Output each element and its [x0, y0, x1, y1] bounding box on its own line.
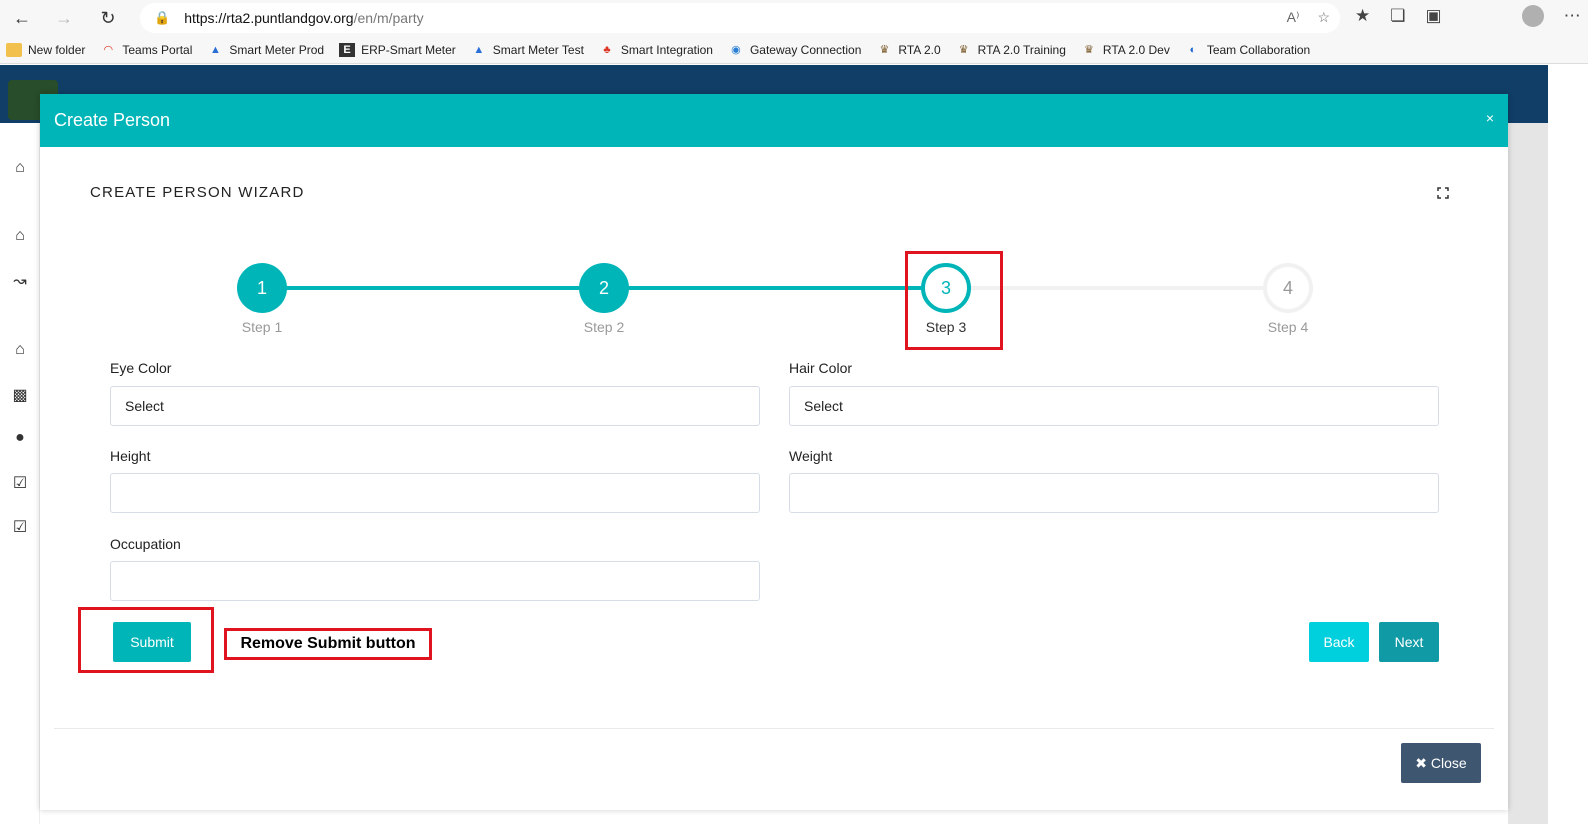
create-person-modal: Create Person × CREATE PERSON WIZARD 1 S… [40, 94, 1508, 810]
app-background [1508, 123, 1548, 824]
occupation-label: Occupation [110, 536, 181, 552]
bookmark-teams-portal[interactable]: ◠ Teams Portal [100, 43, 193, 57]
step-4-label: Step 4 [1267, 319, 1309, 335]
drop-icon: ▲ [209, 43, 221, 56]
bookmark-team-collaboration[interactable]: ◐ Team Collaboration [1185, 43, 1311, 57]
bookmark-erp-smart-meter[interactable]: E ERP-Smart Meter [339, 42, 456, 57]
profile-avatar[interactable] [1521, 5, 1544, 27]
expand-icon[interactable] [1437, 187, 1449, 199]
user-icon[interactable]: ● [10, 429, 30, 449]
more-icon[interactable]: ⋯ [1564, 6, 1581, 26]
eye-color-select[interactable]: Select [110, 386, 760, 426]
stepper-line-done [262, 286, 604, 290]
car-icon[interactable]: ▩ [10, 385, 30, 405]
profile-sync-icon[interactable]: ▣ [1426, 6, 1442, 26]
height-input[interactable] [110, 473, 760, 513]
favorite-add-icon[interactable]: ☆ [1317, 9, 1330, 26]
occupation-input[interactable] [110, 561, 760, 601]
close-button[interactable]: ✖ Close [1401, 743, 1481, 783]
bookmark-gateway-connection[interactable]: ◉ Gateway Connection [728, 43, 861, 57]
drop-icon: ▲ [473, 43, 485, 56]
annotation-note: Remove Submit button [224, 628, 432, 660]
modal-title: Create Person [54, 110, 171, 130]
erp-icon: E [339, 42, 356, 57]
integration-icon: ♣ [603, 43, 611, 56]
annotation-highlight-step-3 [905, 251, 1003, 350]
stepper-line-done [604, 286, 946, 290]
step-1-label: Step 1 [241, 319, 283, 335]
app-sidebar: ⌂ ⌂ ↝ ⌂ ▩ ● ☑ ☑ [0, 123, 40, 824]
rta-icon: ♛ [958, 44, 969, 56]
collections-icon[interactable]: ❏ [1390, 6, 1405, 26]
address-bar[interactable]: 🔒 https://rta2.puntlandgov.org/en/m/part… [140, 3, 1340, 33]
step-1-circle[interactable]: 1 [237, 263, 287, 313]
step-4-circle[interactable]: 4 [1263, 263, 1313, 313]
bookmark-new-folder[interactable]: New folder [6, 42, 85, 57]
height-label: Height [110, 448, 151, 464]
collaboration-icon: ◐ [1189, 43, 1197, 56]
url-host: https://rta2.puntlandgov.org [184, 10, 354, 26]
home-icon[interactable]: ⌂ [10, 341, 30, 361]
bookmarks-bar: New folder ◠ Teams Portal ▲ Smart Meter Pr… [0, 36, 1588, 64]
bookmark-smart-meter-test[interactable]: ▲ Smart Meter Test [471, 43, 584, 57]
next-button[interactable]: Next [1379, 622, 1439, 662]
arrow-right-icon[interactable]: → [48, 2, 80, 34]
bookmark-rta-2-dev[interactable]: ♛ RTA 2.0 Dev [1081, 43, 1170, 57]
checkbox-icon[interactable]: ☑ [10, 473, 30, 493]
chart-line-icon[interactable]: ↝ [10, 271, 30, 291]
bookmark-smart-meter-prod[interactable]: ▲ Smart Meter Prod [207, 43, 324, 57]
weight-label: Weight [789, 448, 833, 464]
step-2-circle[interactable]: 2 [579, 263, 629, 313]
lock-icon: 🔒 [154, 10, 171, 25]
close-icon[interactable]: × [1486, 110, 1494, 126]
checkbox-icon[interactable]: ☑ [10, 517, 30, 537]
wizard-title: CREATE PERSON WIZARD [90, 184, 305, 201]
teams-icon: ◠ [103, 44, 114, 56]
arrow-left-icon[interactable]: ← [6, 2, 38, 34]
read-aloud-icon[interactable]: A⁾ [1287, 9, 1300, 26]
eye-color-label: Eye Color [110, 360, 172, 376]
browser-toolbar: ← → ↻ 🔒 https://rta2.puntlandgov.org/en/… [0, 0, 1588, 36]
weight-input[interactable] [789, 473, 1439, 513]
bookmark-rta-2-training[interactable]: ♛ RTA 2.0 Training [956, 43, 1066, 57]
url-path: /en/m/party [353, 10, 424, 26]
submit-button[interactable]: Submit [113, 622, 191, 662]
refresh-icon[interactable]: ↻ [92, 2, 124, 34]
home-icon[interactable]: ⌂ [10, 227, 30, 247]
hair-color-select[interactable]: Select [789, 386, 1439, 426]
rta-icon: ♛ [1083, 44, 1094, 56]
modal-footer-divider [54, 728, 1494, 729]
modal-header: Create Person × [40, 94, 1508, 147]
rta-icon: ♛ [879, 44, 890, 56]
page-scroll-area [1548, 65, 1588, 824]
bookmark-smart-integration[interactable]: ♣ Smart Integration [599, 43, 713, 57]
step-2-label: Step 2 [583, 319, 625, 335]
home-icon[interactable]: ⌂ [10, 159, 30, 179]
favorites-icon[interactable]: ★ [1355, 6, 1370, 26]
bookmark-rta-2[interactable]: ♛ RTA 2.0 [876, 43, 940, 57]
gateway-icon: ◉ [731, 44, 741, 56]
back-button[interactable]: Back [1309, 622, 1369, 662]
folder-icon [6, 42, 22, 57]
hair-color-label: Hair Color [789, 360, 853, 376]
